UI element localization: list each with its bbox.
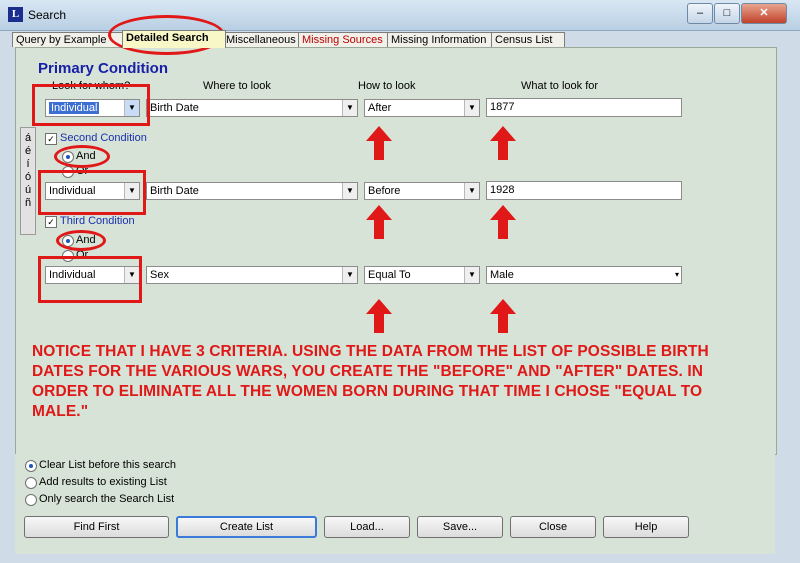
red-arrow-up-icon <box>366 205 392 239</box>
chevron-down-icon: ▼ <box>464 100 479 116</box>
where-select-2[interactable]: Birth Date ▼ <box>146 182 358 200</box>
save-button[interactable]: Save... <box>417 516 503 538</box>
value-field-1[interactable]: 1877 <box>486 98 682 117</box>
red-arrow-up-icon <box>366 126 392 160</box>
annotation-text: NOTICE THAT I HAVE 3 CRITERIA. USING THE… <box>32 343 709 420</box>
help-button[interactable]: Help <box>603 516 689 538</box>
char-a-acute[interactable]: á <box>21 132 35 145</box>
window-title: Search <box>28 8 67 22</box>
column-header-where: Where to look <box>203 80 271 92</box>
app-icon: L <box>8 7 23 22</box>
create-list-button[interactable]: Create List <box>176 516 317 538</box>
column-header-how: How to look <box>358 80 416 92</box>
red-box-who-3 <box>38 256 142 303</box>
close-window-button[interactable]: ✕ <box>741 3 787 24</box>
red-arrow-up-icon <box>490 205 516 239</box>
red-oval-and-2 <box>54 145 110 168</box>
value-select-3[interactable]: Male ▾ <box>486 266 682 284</box>
load-button[interactable]: Load... <box>324 516 410 538</box>
red-box-who-1 <box>32 84 150 126</box>
where-select-1[interactable]: Birth Date ▼ <box>146 99 358 117</box>
red-oval-and-3 <box>56 230 106 251</box>
where-select-3[interactable]: Sex ▼ <box>146 266 358 284</box>
add-results-label: Add results to existing List <box>39 476 167 488</box>
special-characters-strip[interactable]: á é í ó ú ñ <box>20 127 36 235</box>
chevron-down-icon: ▼ <box>342 100 357 116</box>
red-arrow-up-icon <box>366 299 392 333</box>
add-results-radio[interactable] <box>25 477 37 489</box>
red-arrow-up-icon <box>490 126 516 160</box>
char-n-tilde[interactable]: ñ <box>21 197 35 210</box>
chevron-down-icon: ▼ <box>464 183 479 199</box>
tab-miscellaneous[interactable]: Miscellaneous <box>222 32 303 47</box>
how-select-2[interactable]: Before ▼ <box>364 182 480 200</box>
third-condition-label: Third Condition <box>60 215 135 227</box>
char-o-acute[interactable]: ó <box>21 171 35 184</box>
char-e-acute[interactable]: é <box>21 145 35 158</box>
find-first-button[interactable]: Find First <box>24 516 169 538</box>
value-field-2[interactable]: 1928 <box>486 181 682 200</box>
page-title: Primary Condition <box>38 60 169 77</box>
clear-list-radio[interactable] <box>25 460 37 472</box>
red-arrow-up-icon <box>490 299 516 333</box>
char-u-acute[interactable]: ú <box>21 184 35 197</box>
second-condition-checkbox[interactable]: ✓ <box>45 133 57 145</box>
red-box-who-2 <box>38 170 146 215</box>
close-button[interactable]: Close <box>510 516 596 538</box>
third-condition-checkbox[interactable]: ✓ <box>45 216 57 228</box>
second-condition-label: Second Condition <box>60 132 147 144</box>
tab-missing-sources[interactable]: Missing Sources <box>298 32 392 47</box>
how-select-3[interactable]: Equal To ▼ <box>364 266 480 284</box>
maximize-button[interactable]: □ <box>714 3 740 24</box>
char-i-acute[interactable]: í <box>21 158 35 171</box>
chevron-down-icon: ▼ <box>464 267 479 283</box>
chevron-down-icon: ▼ <box>342 183 357 199</box>
minimize-button[interactable]: – <box>687 3 713 24</box>
how-select-1[interactable]: After ▼ <box>364 99 480 117</box>
clear-list-label: Clear List before this search <box>39 459 176 471</box>
only-search-radio[interactable] <box>25 494 37 506</box>
chevron-down-icon: ▾ <box>673 267 681 283</box>
chevron-down-icon: ▼ <box>342 267 357 283</box>
tab-census-list[interactable]: Census List <box>491 32 565 47</box>
tab-missing-information[interactable]: Missing Information <box>387 32 496 47</box>
column-header-what: What to look for <box>521 80 599 92</box>
tab-detailed-search[interactable]: Detailed Search <box>122 30 226 48</box>
only-search-label: Only search the Search List <box>39 493 175 505</box>
